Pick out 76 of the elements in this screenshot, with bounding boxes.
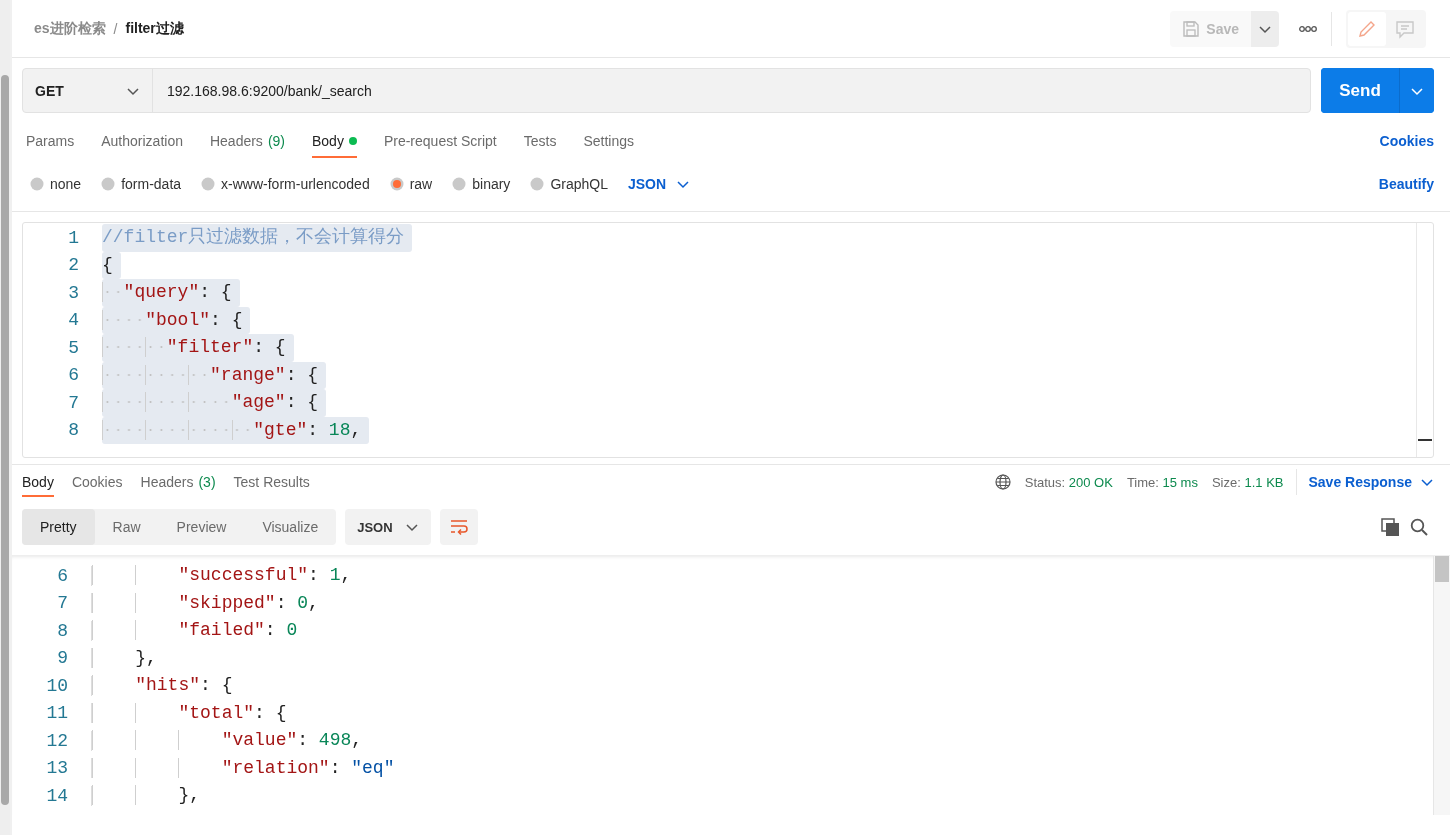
send-options-button[interactable] xyxy=(1399,68,1434,113)
body-type-radio[interactable]: x-www-form-urlencoded xyxy=(201,176,370,192)
request-tab[interactable]: Authorization xyxy=(101,124,183,158)
save-options-button[interactable] xyxy=(1251,10,1279,47)
wrap-lines-icon xyxy=(449,518,468,536)
chevron-down-icon xyxy=(676,178,691,190)
scrollbar-thumb[interactable] xyxy=(1435,556,1449,582)
line-number: 14 xyxy=(12,785,92,806)
format-dropdown[interactable]: JSON xyxy=(627,176,691,192)
method-dropdown[interactable]: GET xyxy=(23,69,153,112)
body-type-radio[interactable]: GraphQL xyxy=(530,176,608,192)
response-tab[interactable]: Headers (3) xyxy=(140,467,216,497)
body-type-radio[interactable]: raw xyxy=(389,176,433,192)
line-number: 8 xyxy=(67,420,80,441)
line-number: 2 xyxy=(67,255,80,276)
line-number: 1 xyxy=(67,227,80,248)
more-icon[interactable] xyxy=(1299,23,1317,34)
code-line: }, xyxy=(92,644,165,672)
code-line: "hits": { xyxy=(92,672,241,700)
status-text: Status: 200 OK xyxy=(1024,474,1113,490)
response-tab[interactable]: Body xyxy=(22,467,54,497)
code-line: "value": 498, xyxy=(92,727,371,755)
save-response-button[interactable]: Save Response xyxy=(1308,474,1434,490)
request-tab[interactable]: Body xyxy=(312,124,357,158)
line-number: 3 xyxy=(67,282,80,303)
line-number: 10 xyxy=(12,675,92,696)
code-line: "failed": 0 xyxy=(92,617,306,645)
request-name[interactable]: filter过滤 xyxy=(125,19,184,38)
line-number: 8 xyxy=(12,620,92,641)
body-type-radio[interactable]: form-data xyxy=(101,176,182,192)
chevron-down-icon xyxy=(404,521,419,533)
request-tab[interactable]: Settings xyxy=(583,124,635,158)
format-dropdown[interactable]: JSON xyxy=(345,509,431,545)
request-tab[interactable]: Params xyxy=(26,124,75,158)
time-text: Time: 15 ms xyxy=(1126,474,1198,490)
size-text: Size: 1.1 KB xyxy=(1211,474,1284,490)
response-tab[interactable]: Test Results xyxy=(233,467,310,497)
scrollbar-thumb[interactable] xyxy=(1,75,9,805)
comment-icon xyxy=(1395,18,1415,39)
request-tab[interactable]: Headers (9) xyxy=(209,124,285,158)
globe-icon[interactable] xyxy=(994,474,1011,490)
line-number: 6 xyxy=(67,365,80,386)
cookies-link[interactable]: Cookies xyxy=(1379,133,1434,149)
view-tab[interactable]: Visualize xyxy=(244,509,337,545)
line-number: 5 xyxy=(67,337,80,358)
line-number: 9 xyxy=(12,648,92,669)
line-number: 11 xyxy=(12,703,92,724)
breadcrumb-separator: / xyxy=(113,20,118,37)
url-field[interactable]: GET 192.168.98.6:9200/bank/_search xyxy=(22,68,1311,113)
line-number: 12 xyxy=(12,730,92,751)
view-tab[interactable]: Preview xyxy=(158,509,245,545)
line-number: 4 xyxy=(67,310,80,331)
search-icon[interactable] xyxy=(1410,518,1428,536)
wrap-lines-button[interactable] xyxy=(439,509,478,545)
beautify-link[interactable]: Beautify xyxy=(1378,176,1434,192)
response-tab[interactable]: Cookies xyxy=(71,467,123,497)
line-number: 6 xyxy=(12,565,92,586)
line-number: 13 xyxy=(12,758,92,779)
body-type-radio[interactable]: none xyxy=(30,176,82,192)
request-tab[interactable]: Tests xyxy=(523,124,557,158)
request-tab[interactable]: Pre-request Script xyxy=(383,124,497,158)
code-line: "total": { xyxy=(92,699,295,727)
code-editor[interactable]: 1 //filter只过滤数据，不会计算得分 2 { 3 "query": { 4 "bool": { 5 "filter": { 6 "range": { 7 "age": { 8 "gte": 18, xyxy=(22,222,1434,458)
body-type-radio[interactable]: binary xyxy=(452,176,511,192)
chevron-down-icon xyxy=(1420,476,1434,488)
code-line: "skipped": 0, xyxy=(92,589,327,617)
edit-mode-button[interactable] xyxy=(1348,11,1386,46)
code-line: "successful": 1, xyxy=(92,562,360,590)
copy-icon[interactable] xyxy=(1381,517,1400,537)
view-tab[interactable]: Pretty xyxy=(22,509,95,545)
collection-name[interactable]: es进阶检索 xyxy=(34,19,106,38)
scroll-marker-icon xyxy=(1418,439,1432,441)
code-line: "relation": "eq" xyxy=(92,754,403,782)
view-tab[interactable]: Raw xyxy=(94,509,159,545)
line-number: 7 xyxy=(67,392,80,413)
line-number: 7 xyxy=(12,593,92,614)
